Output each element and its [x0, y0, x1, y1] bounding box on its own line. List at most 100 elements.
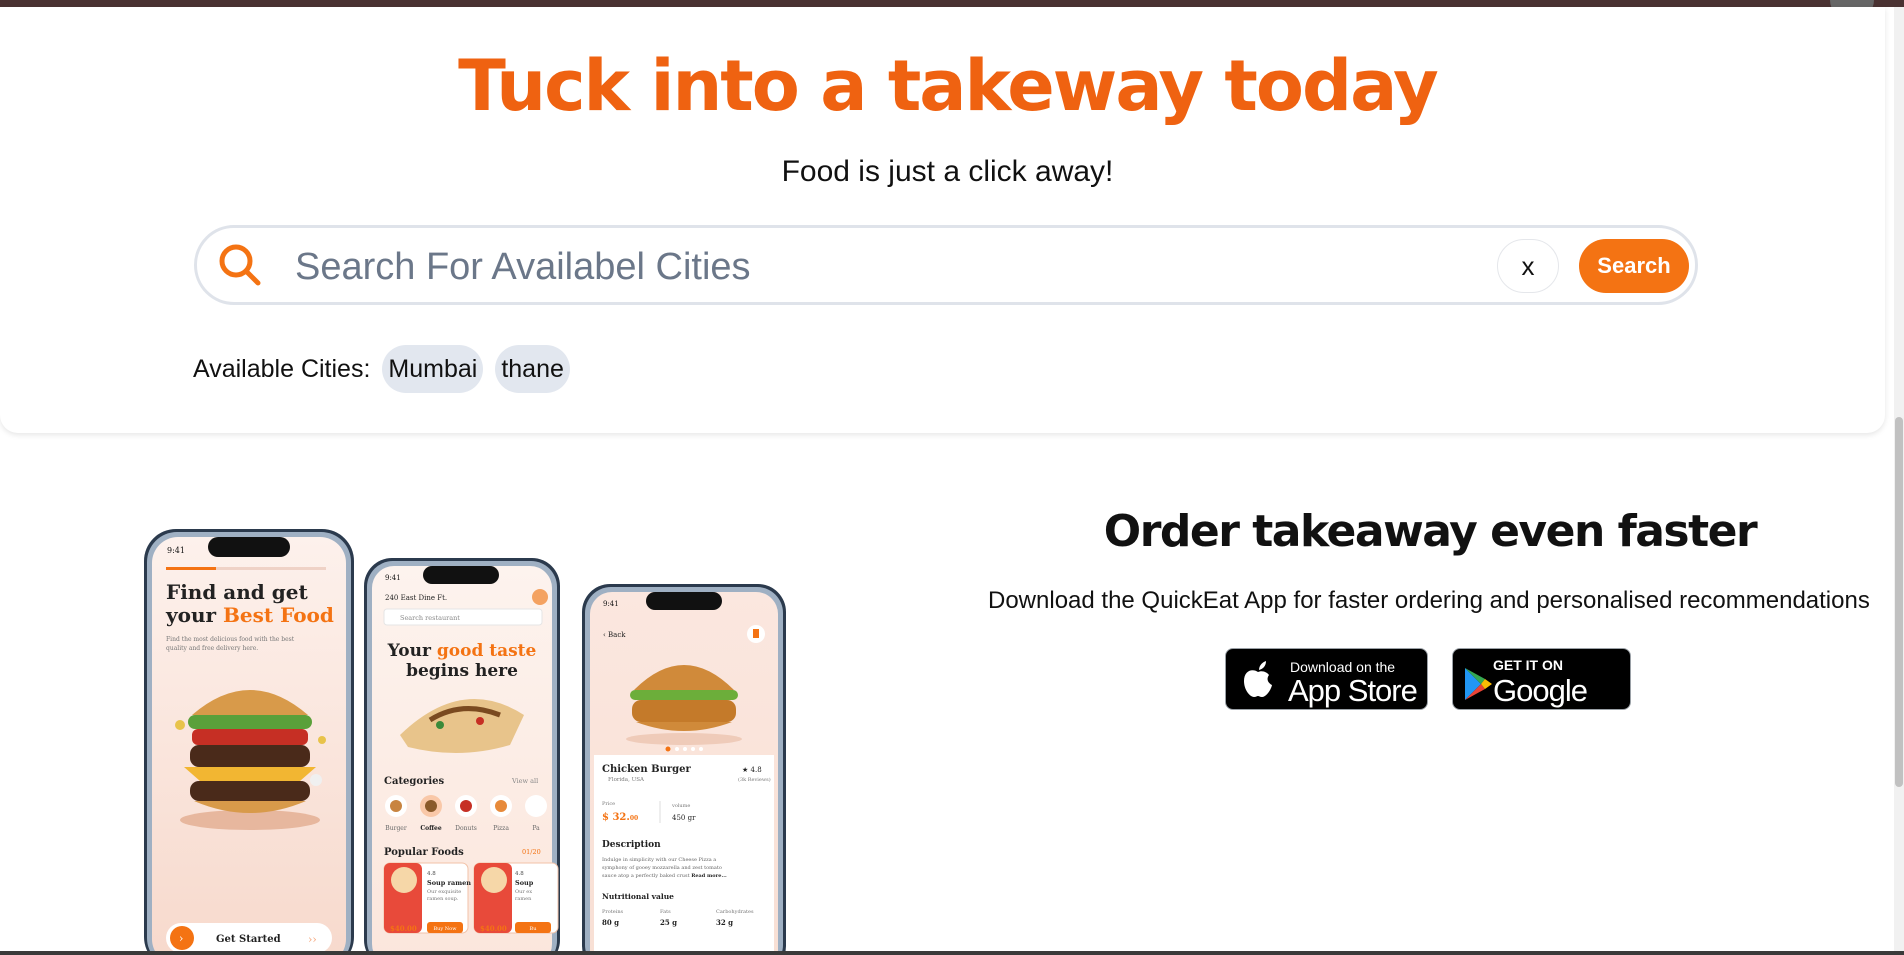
- phone-notch: [646, 592, 722, 610]
- review-count: (3k Reviews): [738, 776, 771, 783]
- category-donuts: Donuts: [455, 825, 477, 832]
- category-more: Pa: [532, 825, 540, 832]
- city-chip-mumbai[interactable]: Mumbai: [382, 345, 484, 393]
- tagline-1a: Your: [387, 641, 437, 661]
- phone-notch: [208, 537, 290, 557]
- food-desc-1: Our exquisite: [427, 889, 461, 895]
- welcome-blurb-1: Find the most delicious food with the be…: [166, 636, 295, 643]
- back-label: Back: [608, 631, 626, 639]
- app-download-description: Download the QuickEat App for faster ord…: [988, 587, 1870, 614]
- svg-text:›: ›: [179, 932, 183, 945]
- product-name: Chicken Burger: [602, 764, 692, 775]
- restaurant-search-placeholder: Search restaurant: [400, 614, 460, 622]
- progress-indicator: [166, 567, 216, 570]
- category-burger: Burger: [385, 825, 407, 832]
- progress-track: [216, 567, 326, 570]
- available-cities-label: Available Cities:: [193, 354, 371, 383]
- description-line-2: symphony of gooey mozzarella and zest to…: [602, 865, 722, 871]
- status-time: 9:41: [385, 574, 401, 582]
- app-store-big-text: App Store: [1288, 673, 1418, 708]
- city-search-input[interactable]: [293, 240, 1297, 294]
- back-link: ‹ Back: [603, 631, 626, 639]
- location-label: 240 East Dine Ft.: [385, 594, 447, 602]
- welcome-headline-1: Find and get: [166, 580, 308, 604]
- chevrons-icon: ››: [308, 933, 317, 946]
- welcome-headline-2a: your: [165, 603, 223, 627]
- google-play-big-text: Google play: [1493, 673, 1588, 744]
- food-desc-1: Our ex: [515, 889, 532, 895]
- google-play-icon: [1465, 668, 1492, 700]
- volume-label: volume: [671, 803, 690, 809]
- scrollbar-thumb[interactable]: [1895, 417, 1903, 787]
- city-search-bar: x Search: [194, 225, 1698, 305]
- volume-value: 450 gr: [672, 814, 696, 822]
- nutrition-value: 25 g: [660, 918, 677, 927]
- welcome-blurb-2: quality and free delivery here.: [166, 645, 258, 652]
- buy-now-label: Buy Now: [434, 926, 458, 932]
- hero-subtitle: Food is just a click away!: [781, 155, 1114, 188]
- product-rating: ★ 4.8: [742, 766, 762, 774]
- price-label: Price: [602, 801, 615, 807]
- phone-welcome-screen: 9:41 Find and get your Best Food Find th…: [144, 529, 354, 955]
- food-price: $40.00: [480, 924, 507, 933]
- nutrition-title: Nutritional value: [602, 892, 674, 901]
- app-download-title: Order takeaway even faster: [1103, 506, 1758, 557]
- nutrition-value: 80 g: [602, 918, 619, 927]
- description-line-3-text: sauce atop a perfectly baked crust: [602, 873, 690, 879]
- price-cents: 00: [630, 815, 638, 822]
- phone-detail-screen: 9:41 ‹ Back Chicken Burger ★ 4.8 (3k Rev…: [582, 584, 786, 955]
- status-time: 9:41: [167, 546, 185, 555]
- category-pizza: Pizza: [493, 825, 509, 832]
- page-scrollbar[interactable]: [1894, 7, 1904, 955]
- nutrition-label: Carbohydrates: [716, 909, 754, 915]
- product-location: Florida, USA: [608, 777, 645, 783]
- description-line-3: sauce atop a perfectly baked crust Read …: [602, 873, 727, 879]
- clear-search-button[interactable]: x: [1497, 239, 1559, 293]
- food-rating: 4.8: [515, 871, 524, 877]
- category-coffee: Coffee: [420, 825, 442, 832]
- food-desc-2: ramen: [515, 896, 532, 902]
- apple-icon: [1244, 661, 1272, 697]
- food-price: $40.00: [390, 924, 417, 933]
- search-button[interactable]: Search: [1579, 239, 1689, 293]
- food-name: Soup ramen: [427, 879, 471, 887]
- tagline-1: Your good taste: [387, 641, 537, 661]
- phone-mockups-illustration: 9:41 Find and get your Best Food Find th…: [144, 529, 786, 955]
- avatar: [532, 589, 548, 605]
- detail-card: [594, 755, 774, 955]
- nutrition-label: Fats: [660, 909, 671, 915]
- available-cities: Available Cities: Mumbai thane: [193, 345, 582, 393]
- google-play-small-text: GET IT ON: [1493, 657, 1563, 673]
- app-phone-mockups: 9:41 Find and get your Best Food Find th…: [140, 525, 800, 955]
- description-line-1: Indulge in simplicity with our Cheese Pi…: [602, 857, 716, 863]
- view-all-link: View all: [511, 777, 538, 785]
- top-border: [0, 0, 1904, 7]
- city-chip-thane[interactable]: thane: [495, 345, 570, 393]
- phone-home-screen: 9:41 240 East Dine Ft. Search restaurant…: [364, 558, 560, 955]
- tagline-1b: good taste: [437, 641, 537, 661]
- welcome-headline-2: your Best Food: [165, 603, 334, 627]
- read-more-link: Read more...: [691, 873, 727, 879]
- price-main: $ 32.: [602, 812, 630, 823]
- tagline-2: begins here: [406, 661, 518, 681]
- rating-value: 4.8: [751, 766, 762, 774]
- nutrition-value: 32 g: [716, 918, 733, 927]
- categories-title: Categories: [384, 776, 445, 787]
- welcome-headline-2b: Best Food: [223, 603, 334, 627]
- popular-pager: 01/20: [522, 848, 541, 856]
- app-store-badge[interactable]: Download on the App Store: [1225, 648, 1428, 710]
- popular-foods-title: Popular Foods: [384, 847, 464, 858]
- food-name: Soup: [515, 879, 534, 887]
- get-started-label: Get Started: [216, 934, 281, 945]
- food-desc-2: ramen soup.: [427, 896, 459, 902]
- phone-notch: [423, 566, 499, 584]
- google-play-badge[interactable]: GET IT ON Google play: [1452, 648, 1631, 744]
- bottom-border: [0, 951, 1904, 955]
- buy-now-label: Bu: [530, 926, 538, 932]
- nutrition-label: Proteins: [602, 909, 624, 915]
- hero-title: Tuck into a takeway today: [458, 45, 1439, 127]
- search-icon: [219, 244, 261, 286]
- description-title: Description: [602, 840, 661, 850]
- status-time: 9:41: [603, 600, 619, 608]
- hero-search-panel: Tuck into a takeway today Food is just a…: [0, 7, 1885, 433]
